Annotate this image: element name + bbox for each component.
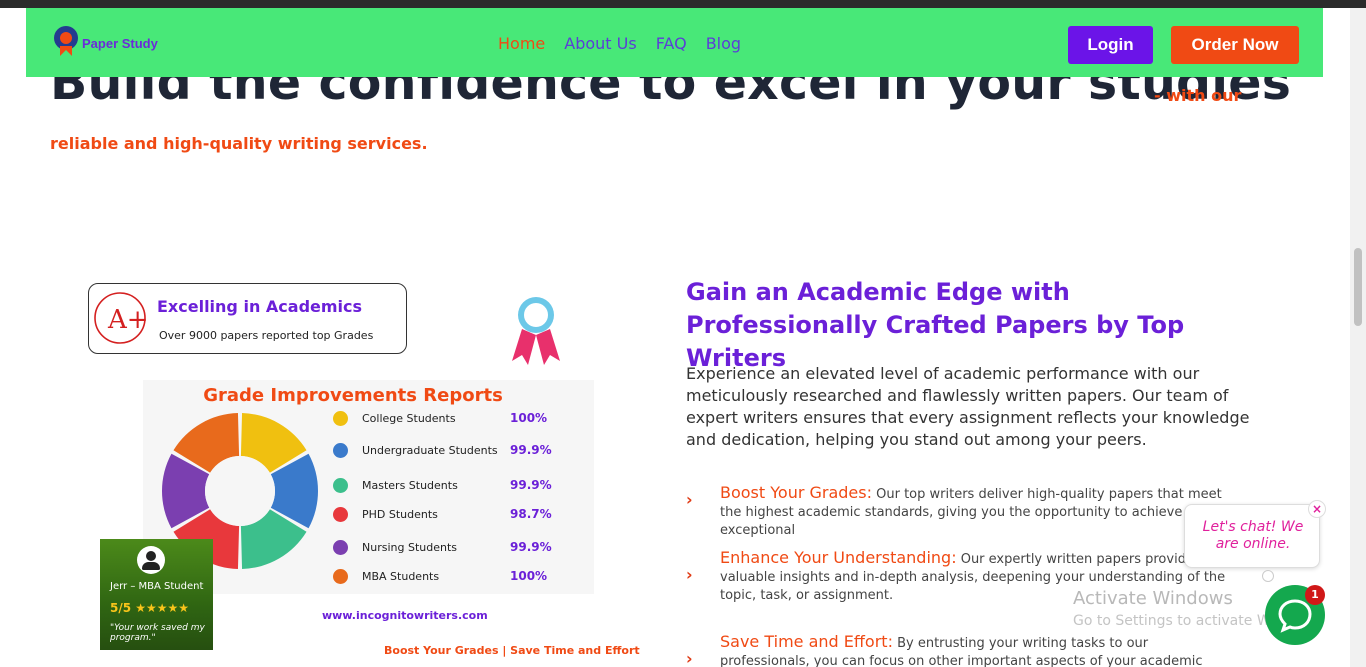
legend-label: MBA Students [362,569,440,583]
chevron-right-icon: › [686,490,693,509]
report-tagline: Boost Your Grades | Save Time and Effort [384,644,640,657]
navbar: Paper Study Home About Us FAQ Blog Login… [26,8,1323,77]
feature-heading: Save Time and Effort: [720,632,893,651]
user-avatar-icon [137,546,165,574]
award-ribbon-icon [512,297,560,365]
nav-link-blog[interactable]: Blog [706,34,741,53]
legend-value: 99.9% [510,478,552,492]
excelling-title: Excelling in Academics [157,297,363,316]
legend-dot [333,568,348,584]
nav-link-about-us[interactable]: About Us [564,34,636,53]
report-title: Grade Improvements Reports [203,385,503,406]
review-quote: "Your work saved my program." [110,623,205,643]
legend-dot [333,442,348,458]
legend-row: Nursing Students 99.9% [333,539,552,555]
feature-text: Boost Your Grades: Our top writers deliv… [720,484,1230,540]
gain-body: Experience an elevated level of academic… [686,364,1250,449]
legend-value: 100% [510,411,548,425]
donut-center [205,456,275,526]
legend-row: MBA Students 100% [333,568,547,584]
excelling-card: A+ Excelling in Academics Over 9000 pape… [88,283,407,354]
feature-text: Save Time and Effort: By entrusting your… [720,633,1230,667]
legend-label: College Students [362,411,456,425]
legend-label: Undergraduate Students [362,443,498,457]
legend-dot [333,506,348,522]
a-plus-grade-icon: A+ [94,292,148,344]
chevron-right-icon: › [686,565,693,584]
page-content: Build the confidence to excel in your st… [0,8,1350,667]
review-rating: 5/5 ★★★★★ [110,601,190,615]
legend-value: 100% [510,569,548,583]
legend-value: 98.7% [510,507,552,521]
legend-label: PHD Students [362,507,438,521]
chat-message: Let's chat! We are online. [1202,519,1304,552]
legend-row: Undergraduate Students 99.9% [333,442,552,458]
nav-link-faq[interactable]: FAQ [656,34,687,53]
legend-value: 99.9% [510,443,552,457]
reviewer-name: Jerr – MBA Student [110,581,204,592]
chat-indicator-dot [1262,570,1274,582]
grade-letter: A+ [107,305,148,335]
chat-bubble[interactable]: Let's chat! We are online. [1184,504,1320,568]
nav-link-home[interactable]: Home [498,34,545,53]
login-button[interactable]: Login [1068,26,1153,64]
notification-badge: 1 [1305,585,1325,605]
hero-subtitle-part1: - with our [1154,86,1242,105]
hero-subtitle-part2: reliable and high-quality writing servic… [50,134,428,153]
legend-label: Masters Students [362,478,458,492]
review-card: Jerr – MBA Student 5/5 ★★★★★ "Your work … [100,539,213,650]
legend-row: College Students 100% [333,410,547,426]
close-icon[interactable]: × [1308,500,1326,518]
chevron-right-icon: › [686,649,693,667]
brand-name[interactable]: Paper Study [82,36,158,51]
legend-value: 99.9% [510,540,552,554]
scrollbar-thumb[interactable] [1354,248,1362,326]
legend-dot [333,410,348,426]
excelling-subtitle: Over 9000 papers reported top Grades [159,329,374,342]
legend-row: PHD Students 98.7% [333,506,552,522]
gain-title: Gain an Academic Edge with Professionall… [686,278,1185,372]
legend-dot [333,539,348,555]
report-url[interactable]: www.incognitowriters.com [322,609,488,622]
feature-heading: Boost Your Grades: [720,483,872,502]
order-now-button[interactable]: Order Now [1171,26,1299,64]
logo-ribbon-icon [60,46,72,56]
legend-row: Masters Students 99.9% [333,477,552,493]
legend-dot [333,477,348,493]
legend-label: Nursing Students [362,540,457,554]
browser-top-strip [0,0,1366,8]
activate-windows-title: Activate Windows [1073,588,1233,609]
nav-links: Home About Us FAQ Blog [498,34,741,53]
feature-heading: Enhance Your Understanding: [720,548,957,567]
page-scrollbar[interactable] [1350,8,1366,667]
